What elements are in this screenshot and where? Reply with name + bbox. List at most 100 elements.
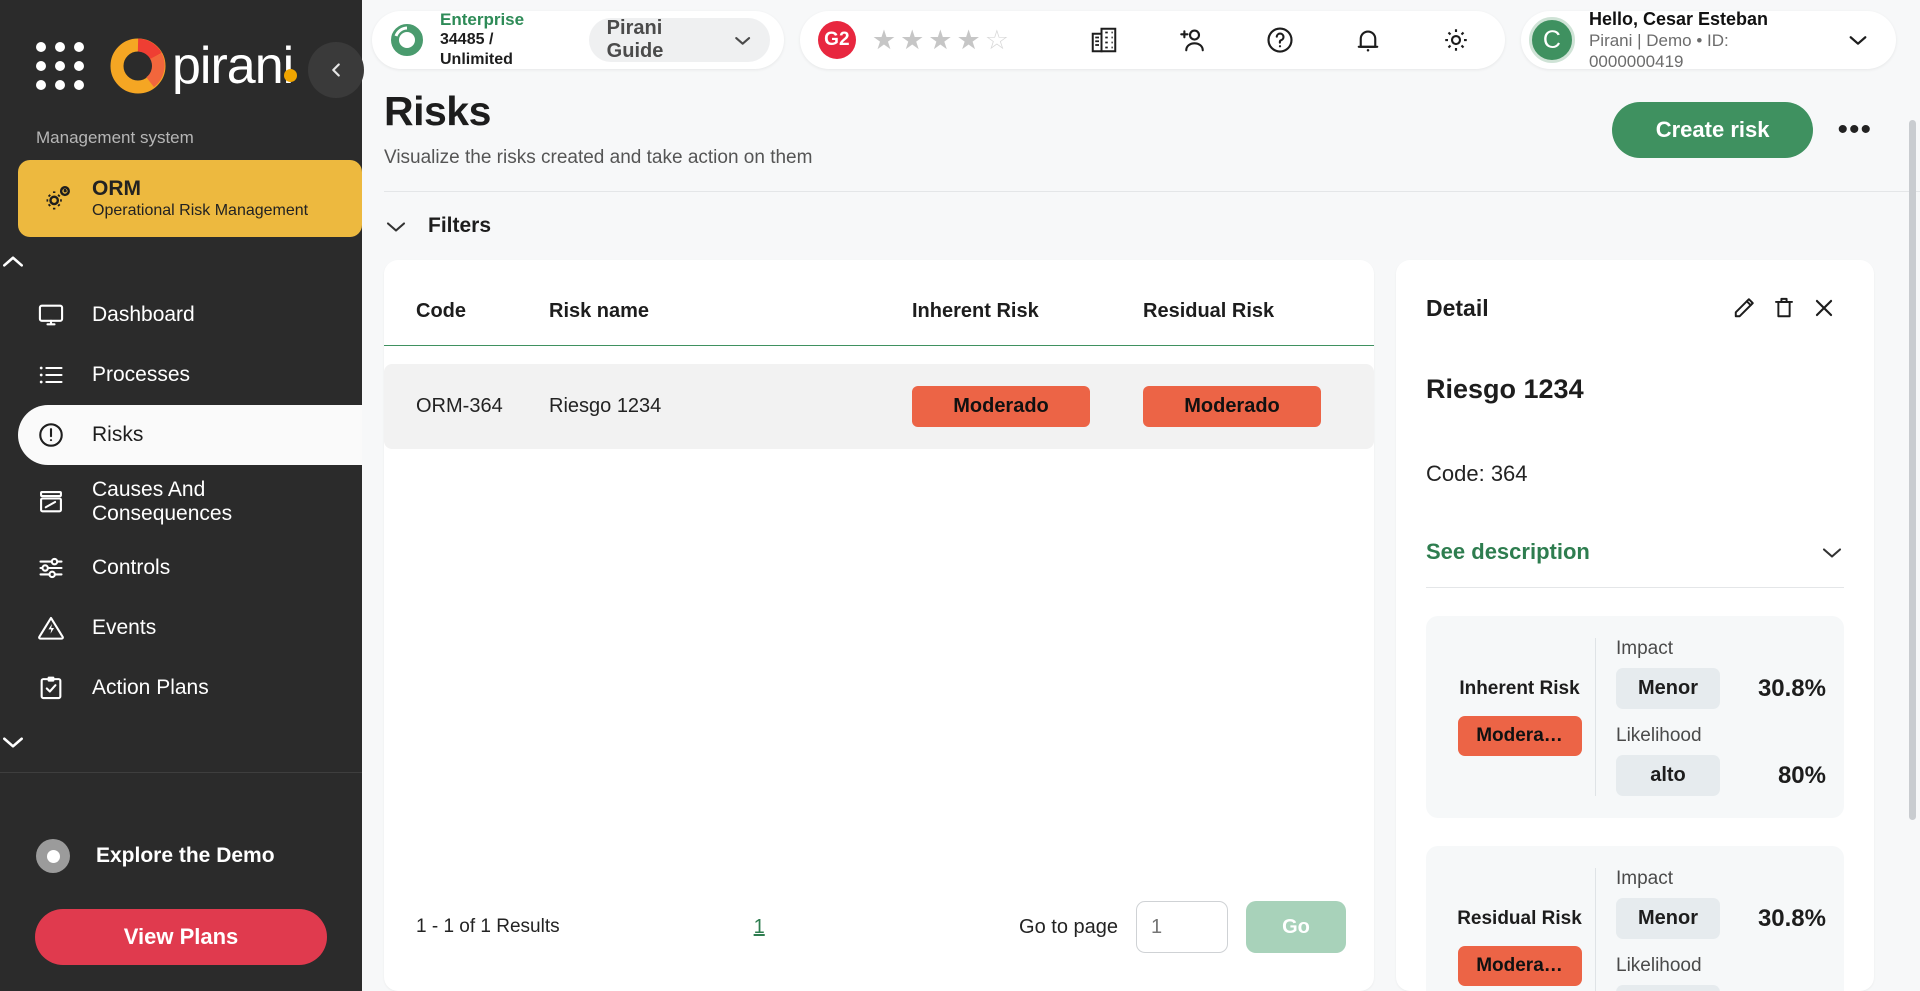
star-1: ★: [872, 27, 896, 54]
detail-risk-name: Riesgo 1234: [1426, 374, 1844, 405]
impact-value: Menor: [1616, 668, 1720, 709]
pagination: 1 - 1 of 1 Results 1 Go to page Go: [384, 901, 1374, 991]
goto-page-input[interactable]: [1136, 901, 1228, 953]
apps-grid-icon[interactable]: [36, 42, 84, 90]
module-title: ORM: [92, 177, 308, 201]
cause-effect-icon: [36, 487, 66, 517]
page-header: Risks Visualize the risks created and ta…: [362, 80, 1920, 169]
pirani-guide-dropdown[interactable]: Pirani Guide: [589, 18, 770, 62]
plan-name: Enterprise: [440, 10, 567, 30]
likelihood-label: Likelihood: [1616, 725, 1826, 747]
sidebar: pirani Management system ORM Operational…: [0, 0, 362, 991]
inherent-risk-label: Inherent Risk: [1459, 678, 1579, 700]
star-2: ★: [900, 27, 924, 54]
cell-residual-risk: Moderado: [1143, 364, 1374, 449]
goto-page-label: Go to page: [1019, 916, 1118, 939]
help-circle-icon[interactable]: [1257, 17, 1303, 63]
sidebar-item-causes-and-consequences[interactable]: Causes And Consequences: [0, 465, 362, 538]
table-head: Code Risk name Inherent Risk Residual Ri…: [384, 260, 1374, 346]
sidebar-item-processes[interactable]: Processes: [0, 345, 362, 405]
see-description-toggle[interactable]: See description: [1426, 539, 1844, 588]
sidebar-item-risks[interactable]: Risks: [18, 405, 362, 465]
sidebar-footer: Explore the Demo View Plans: [0, 817, 362, 991]
module-subtitle: Operational Risk Management: [92, 201, 308, 220]
monitor-icon: [36, 300, 66, 330]
create-risk-button[interactable]: Create risk: [1612, 102, 1814, 158]
impact-row: Menor 30.8%: [1616, 898, 1826, 939]
view-plans-button[interactable]: View Plans: [35, 909, 327, 965]
trash-icon[interactable]: [1764, 288, 1804, 328]
impact-label: Impact: [1616, 868, 1826, 890]
sidebar-item-label: Dashboard: [92, 303, 195, 327]
detail-panel: Detail Riesgo 1234 Code: 364 See descrip…: [1396, 260, 1874, 991]
pagination-page-1[interactable]: 1: [754, 916, 765, 939]
g2-rating-pill[interactable]: G2 ★ ★ ★ ★ ☆: [800, 11, 1505, 69]
sidebar-nav: Dashboard Processes Risks Causes And Con…: [0, 279, 362, 718]
inherent-risk-badge: Modera…: [1458, 716, 1582, 756]
sidebar-item-controls[interactable]: Controls: [0, 538, 362, 598]
alert-circle-icon: [36, 420, 66, 450]
g2-star-rating[interactable]: ★ ★ ★ ★ ☆: [872, 27, 1009, 54]
residual-risk-metrics: Impact Menor 30.8% Likelihood alto 80%: [1596, 868, 1826, 991]
gear-settings-icon: [40, 182, 74, 216]
sidebar-item-events[interactable]: Events: [0, 598, 362, 658]
chevron-down-icon: [0, 734, 26, 750]
impact-percent: 30.8%: [1758, 675, 1826, 703]
residual-risk-label: Residual Risk: [1457, 908, 1582, 930]
sidebar-item-dashboard[interactable]: Dashboard: [0, 285, 362, 345]
residual-risk-badge: Moderado: [1143, 386, 1321, 427]
page-scrollbar[interactable]: [1909, 120, 1916, 820]
page-header-actions: Create risk •••: [1612, 102, 1880, 158]
cell-inherent-risk: Moderado: [912, 364, 1143, 449]
inherent-risk-metrics: Impact Menor 30.8% Likelihood alto 80%: [1596, 638, 1826, 796]
pencil-icon[interactable]: [1724, 288, 1764, 328]
sidebar-module-orm[interactable]: ORM Operational Risk Management: [18, 160, 362, 237]
chevron-down-icon: [1820, 545, 1844, 560]
inherent-risk-badge: Moderado: [912, 386, 1090, 427]
cell-code: ORM-364: [384, 364, 549, 449]
g2-badge-icon: G2: [818, 21, 856, 59]
sidebar-item-label: Processes: [92, 363, 190, 387]
explore-demo-label: Explore the Demo: [96, 844, 275, 868]
chevron-down-icon: [384, 219, 408, 234]
sidebar-collapse-button[interactable]: [308, 42, 364, 98]
filters-toggle[interactable]: Filters: [362, 192, 1920, 254]
warning-triangle-icon: [36, 613, 66, 643]
filters-label: Filters: [428, 214, 491, 238]
close-icon[interactable]: [1804, 288, 1844, 328]
building-icon[interactable]: [1081, 17, 1127, 63]
inherent-risk-block: Inherent Risk Modera… Impact Menor 30.8%…: [1426, 616, 1844, 818]
col-header-risk-name[interactable]: Risk name: [549, 260, 912, 346]
residual-risk-summary: Residual Risk Modera…: [1444, 868, 1596, 991]
go-button[interactable]: Go: [1246, 901, 1346, 953]
ellipsis-icon[interactable]: •••: [1829, 121, 1880, 139]
col-header-residual-risk[interactable]: Residual Risk: [1143, 260, 1374, 346]
chevron-down-icon: [733, 34, 752, 47]
col-header-inherent-risk[interactable]: Inherent Risk: [912, 260, 1143, 346]
sidebar-module-collapse-up[interactable]: [0, 237, 362, 279]
user-menu-chevron[interactable]: [1835, 17, 1880, 63]
table-row[interactable]: [384, 346, 1374, 365]
page-subtitle: Visualize the risks created and take act…: [384, 147, 1612, 169]
star-5: ☆: [985, 27, 1009, 54]
detail-title: Detail: [1426, 295, 1724, 322]
table-row[interactable]: ORM-364 Riesgo 1234 Moderado Moderado: [384, 364, 1374, 449]
add-user-icon[interactable]: [1169, 17, 1215, 63]
bell-icon[interactable]: [1345, 17, 1391, 63]
detail-header: Detail: [1426, 288, 1844, 328]
sidebar-nav-expand-down[interactable]: [0, 718, 362, 760]
sliders-icon: [36, 553, 66, 583]
user-menu[interactable]: C Hello, Cesar Esteban Pirani | Demo • I…: [1521, 11, 1896, 69]
pirani-ring-logo: [110, 38, 166, 94]
gear-icon[interactable]: [1433, 17, 1479, 63]
clipboard-check-icon: [36, 673, 66, 703]
sidebar-divider: [0, 772, 362, 773]
explore-demo-button[interactable]: Explore the Demo: [0, 817, 362, 895]
residual-risk-block: Residual Risk Modera… Impact Menor 30.8%…: [1426, 846, 1844, 991]
user-greeting: Hello, Cesar Esteban: [1589, 8, 1821, 31]
plan-status-pill[interactable]: Enterprise 34485 / Unlimited Pirani Guid…: [372, 11, 784, 69]
sidebar-item-action-plans[interactable]: Action Plans: [0, 658, 362, 718]
brand-dot: [284, 69, 297, 82]
col-header-code[interactable]: Code: [384, 260, 549, 346]
star-3: ★: [928, 27, 952, 54]
